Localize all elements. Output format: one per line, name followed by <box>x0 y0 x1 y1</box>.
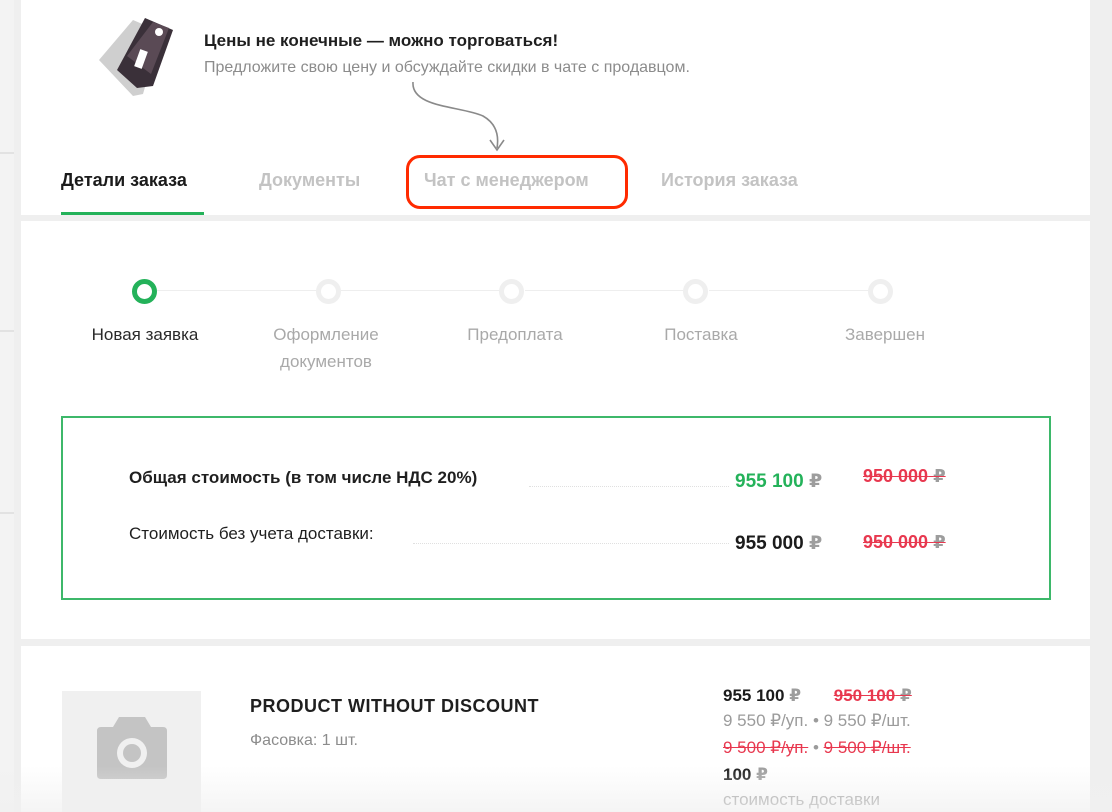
tab-order-history[interactable]: История заказа <box>661 170 798 191</box>
camera-icon <box>97 717 167 779</box>
order-header-card: Цены не конечные — можно торговаться! Пр… <box>21 0 1090 215</box>
step-label-prepayment: Предоплата <box>467 325 563 344</box>
total-cost-label: Общая стоимость (в том числе НДС 20%) <box>129 468 478 487</box>
step-indicator-delivery <box>683 279 708 304</box>
step-label-new-request: Новая заявка <box>91 325 199 344</box>
step-label-delivery: Поставка <box>664 325 738 344</box>
no-delivery-cost-value: 955 000 ₽ <box>735 533 823 554</box>
price-summary-box: Общая стоимость (в том числе НДС 20%) 95… <box>61 416 1051 600</box>
banner-subtitle: Предложите свою цену и обсуждайте скидки… <box>204 59 690 76</box>
step-label-documents: Оформление документов <box>273 325 379 371</box>
step-indicator-completed <box>868 279 893 304</box>
order-details-card: Новая заявка Оформление документов Предо… <box>21 221 1090 639</box>
tab-order-details[interactable]: Детали заказа <box>61 170 187 191</box>
product-image-placeholder[interactable] <box>62 691 201 812</box>
delivery-price-label: стоимость доставки <box>723 790 880 809</box>
step-indicator-new-request <box>132 279 157 304</box>
price-tag-icon <box>99 18 173 96</box>
total-cost-old-value: 950 000 ₽ <box>863 466 946 486</box>
chat-tab-highlight <box>406 155 628 209</box>
product-unit-prices-old: 9 500 ₽/уп. • 9 500 ₽/шт. <box>723 738 911 757</box>
banner-title: Цены не конечные — можно торговаться! <box>204 31 559 50</box>
step-label-completed: Завершен <box>845 325 925 344</box>
product-price: 955 100 ₽ 950 100 ₽ <box>723 686 912 705</box>
active-tab-indicator <box>61 212 204 215</box>
step-indicator-documents <box>316 279 341 304</box>
product-name[interactable]: PRODUCT WITHOUT DISCOUNT <box>250 696 539 717</box>
delivery-price: 100 ₽ <box>723 765 768 784</box>
no-delivery-cost-old-value: 950 000 ₽ <box>863 532 946 552</box>
product-packing: Фасовка: 1 шт. <box>250 732 358 749</box>
hint-arrow-icon <box>412 81 505 152</box>
total-cost-value: 955 100 ₽ <box>735 471 823 492</box>
product-unit-prices: 9 550 ₽/уп. • 9 550 ₽/шт. <box>723 711 911 730</box>
no-delivery-cost-label: Стоимость без учета доставки: <box>129 524 374 543</box>
step-indicator-prepayment <box>499 279 524 304</box>
tab-documents[interactable]: Документы <box>259 170 360 191</box>
product-card: PRODUCT WITHOUT DISCOUNT Фасовка: 1 шт. … <box>21 646 1090 812</box>
left-sidebar-edge <box>0 0 14 812</box>
product-price-old: 950 100 ₽ <box>833 686 912 705</box>
